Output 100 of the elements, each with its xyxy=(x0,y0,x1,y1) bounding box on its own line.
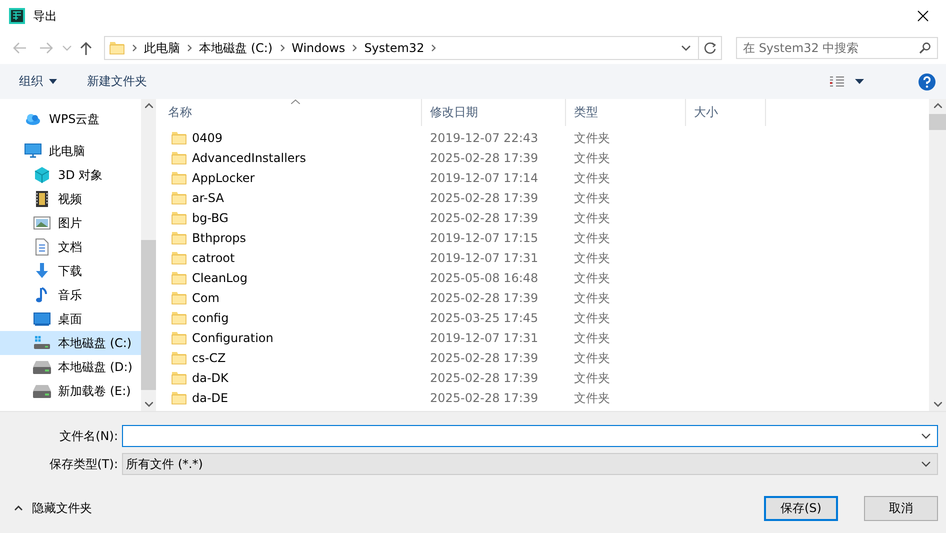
file-name[interactable]: bg-BG xyxy=(192,211,228,225)
file-name[interactable]: da-DK xyxy=(192,371,228,385)
file-name[interactable]: AppLocker xyxy=(192,171,255,185)
table-cell-text: 文件夹 xyxy=(573,370,611,386)
table-cell-text: 文件夹 xyxy=(573,150,611,166)
sidebar-item[interactable]: 本地磁盘 (D:) xyxy=(0,355,141,379)
refresh-icon[interactable] xyxy=(703,41,717,55)
table-cell-text: 文件夹 xyxy=(573,130,611,146)
file-name[interactable]: da-DE xyxy=(192,391,228,405)
chevron-icon xyxy=(430,44,438,52)
sidebar-item[interactable]: 下载 xyxy=(0,259,141,283)
table-cell-text: 2025-02-28 17:39 xyxy=(429,371,540,385)
scroll-thumb[interactable] xyxy=(141,240,156,390)
up-arrow-icon[interactable] xyxy=(78,40,94,56)
chevron-icon xyxy=(351,44,358,52)
table-cell-text: 文件夹 xyxy=(573,210,611,226)
help-icon[interactable] xyxy=(918,72,936,90)
breadcrumb-item[interactable]: Windows xyxy=(292,41,346,55)
folder-icon xyxy=(171,210,187,226)
file-name[interactable]: AdvancedInstallers xyxy=(192,151,306,165)
search-icon xyxy=(919,42,931,54)
table-cell-text: 文件夹 xyxy=(573,350,611,366)
table-cell-text: 文件夹 xyxy=(573,330,611,346)
folder-icon xyxy=(171,190,187,206)
address-bar[interactable]: 此电脑 本地磁盘 (C:) Windows System32 xyxy=(104,36,722,60)
document-icon xyxy=(33,238,51,256)
field-label: 文件名(N): xyxy=(58,428,119,444)
table-cell-text: 2025-02-28 17:39 xyxy=(429,151,540,165)
search-field[interactable]: 在 System32 中搜索 xyxy=(736,37,938,59)
chevron-icon xyxy=(131,44,138,52)
sidebar-item[interactable]: 本地磁盘 (C:) xyxy=(0,331,141,355)
sidebar-item[interactable]: 视频 xyxy=(0,187,141,211)
sidebar-item[interactable]: 图片 xyxy=(0,211,141,235)
scrollbar[interactable] xyxy=(929,99,946,411)
file-name[interactable]: 0409 xyxy=(192,131,223,145)
table-cell-text: 2025-02-28 17:39 xyxy=(429,391,540,405)
sidebar-item[interactable]: 此电脑 xyxy=(0,139,141,163)
scroll-thumb[interactable] xyxy=(929,114,946,130)
download-arrow-icon xyxy=(33,262,51,280)
caret-icon[interactable] xyxy=(855,79,864,84)
folder-icon xyxy=(171,170,187,186)
table-cell-text: 2019-12-07 17:14 xyxy=(429,171,540,185)
file-name[interactable]: cs-CZ xyxy=(192,351,226,365)
breadcrumb-item[interactable]: System32 xyxy=(364,41,424,55)
file-name[interactable]: Configuration xyxy=(192,331,274,345)
file-name[interactable]: Bthprops xyxy=(192,231,246,245)
table-cell-text: 2025-02-28 17:39 xyxy=(429,351,540,365)
table-cell-text: 文件夹 xyxy=(573,270,611,286)
new-folder-button[interactable]: 新建文件夹 xyxy=(87,73,147,90)
column-header[interactable]: 修改日期 xyxy=(422,99,566,126)
app-icon xyxy=(9,8,25,24)
column-header[interactable]: 类型 xyxy=(566,99,686,126)
sidebar-item[interactable]: 音乐 xyxy=(0,283,141,307)
file-name-field[interactable] xyxy=(122,425,938,447)
folder-icon xyxy=(171,370,187,386)
sidebar-item[interactable]: 新加载卷 (E:) xyxy=(0,379,141,403)
organize-button[interactable]: 组织 xyxy=(19,73,57,90)
file-name[interactable]: Com xyxy=(192,291,220,305)
breadcrumb-item[interactable]: 本地磁盘 (C:) xyxy=(199,40,273,56)
column-header[interactable]: 大小 xyxy=(686,99,766,126)
recent-caret-icon[interactable] xyxy=(62,44,72,52)
folder-icon xyxy=(171,150,187,166)
table-cell-text: 2025-05-08 16:48 xyxy=(429,271,540,285)
drive-icon xyxy=(33,382,51,400)
folder-icon xyxy=(171,230,187,246)
file-name[interactable]: ar-SA xyxy=(192,191,224,205)
caret-icon xyxy=(49,79,57,84)
file-name[interactable]: CleanLog xyxy=(192,271,248,285)
dropdown-chevron-icon[interactable] xyxy=(680,44,692,52)
save-button[interactable]: 保存(S) xyxy=(764,496,838,520)
file-type-dropdown[interactable]: 所有文件 (*.*) xyxy=(122,453,938,475)
sidebar-item[interactable]: 文档 xyxy=(0,235,141,259)
table-cell-text: 2019-12-07 17:15 xyxy=(429,231,540,245)
cancel-button[interactable]: 取消 xyxy=(864,496,938,520)
details-view-icon[interactable] xyxy=(829,74,845,88)
folder-icon xyxy=(109,40,125,56)
table-cell-text: 2025-02-28 17:39 xyxy=(429,191,540,205)
folder-icon xyxy=(171,310,187,326)
table-cell-text: 文件夹 xyxy=(573,390,611,406)
file-name[interactable]: config xyxy=(192,311,229,325)
folder-icon xyxy=(171,270,187,286)
scrollbar[interactable] xyxy=(141,99,156,411)
file-name[interactable]: catroot xyxy=(192,251,235,265)
table-cell-text: 文件夹 xyxy=(573,250,611,266)
folder-icon xyxy=(171,250,187,266)
table-cell-text: 文件夹 xyxy=(573,190,611,206)
column-header[interactable]: 名称 xyxy=(160,99,422,126)
window-title: 导出 xyxy=(33,8,58,24)
sidebar-item[interactable]: WPS云盘 xyxy=(0,107,141,131)
breadcrumb-item[interactable]: 此电脑 xyxy=(144,40,180,56)
table-cell-text: 2019-12-07 17:31 xyxy=(429,331,540,345)
scroll-down-icon xyxy=(144,402,152,407)
field-label: 保存类型(T): xyxy=(48,456,119,472)
scroll-down-icon xyxy=(934,402,942,407)
sidebar-item[interactable]: 3D 对象 xyxy=(0,163,141,187)
caret-up-icon xyxy=(14,505,23,511)
sidebar-item[interactable]: 桌面 xyxy=(0,307,141,331)
hide-folders-button[interactable]: 隐藏文件夹 xyxy=(14,500,92,516)
sort-ascending-icon xyxy=(290,99,300,104)
table-cell-text: 文件夹 xyxy=(573,310,611,326)
